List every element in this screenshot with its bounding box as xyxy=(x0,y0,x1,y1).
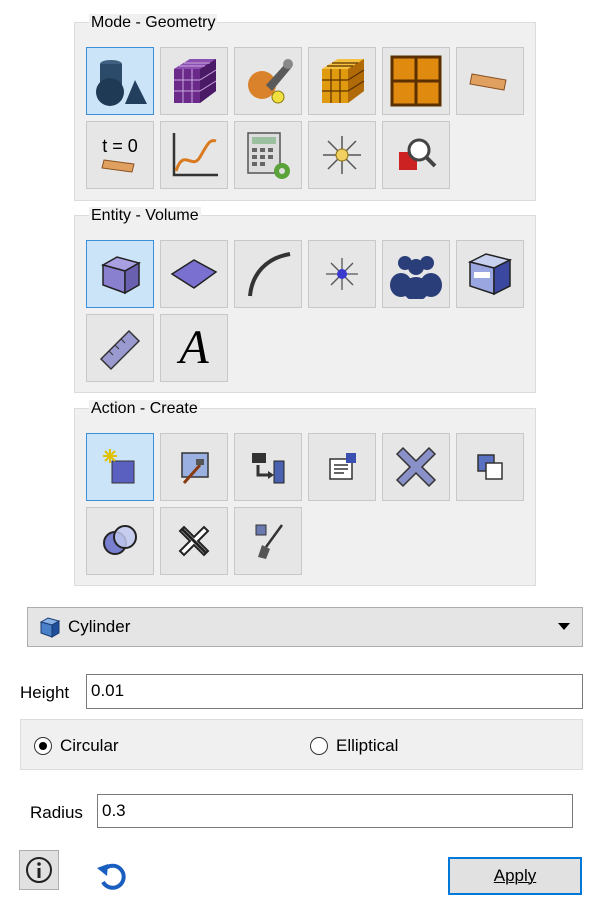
vertex-icon xyxy=(326,258,358,290)
shape-select-value: Cylinder xyxy=(68,617,131,636)
height-label: Height xyxy=(20,683,70,702)
vertex-button[interactable] xyxy=(308,240,376,308)
initial-condition-button[interactable]: t = 0 xyxy=(86,121,154,189)
surface-icon xyxy=(170,259,218,289)
group-button[interactable] xyxy=(382,240,450,308)
modify-icon xyxy=(181,452,209,484)
gold-mesh-mode-button[interactable] xyxy=(308,47,376,115)
decompose-icon xyxy=(178,525,210,557)
body-button[interactable] xyxy=(456,240,524,308)
measure-ruler-icon xyxy=(99,329,141,371)
circular-radio-label: Circular xyxy=(60,736,119,755)
body-icon xyxy=(467,253,513,296)
copy-icon xyxy=(477,454,503,480)
radius-field[interactable]: 0.3 xyxy=(97,794,573,828)
reset-icon[interactable] xyxy=(94,858,130,894)
grid-mode-button[interactable] xyxy=(382,47,450,115)
initial-condition-icon xyxy=(101,159,135,173)
plot-button[interactable] xyxy=(160,121,228,189)
create-icon xyxy=(103,449,135,484)
group-icon xyxy=(390,256,442,299)
curve-icon xyxy=(248,252,291,297)
shape-type-group: Circular Elliptical xyxy=(20,719,583,770)
mode-group-title: Mode - Geometry xyxy=(89,14,218,32)
volume-button[interactable] xyxy=(86,240,154,308)
transform-icon xyxy=(252,453,285,484)
transform-button[interactable] xyxy=(234,433,302,501)
text-button[interactable]: A xyxy=(160,314,228,382)
circular-radio-indicator xyxy=(34,737,52,755)
apply-button-label: Apply xyxy=(493,866,537,885)
starburst-icon xyxy=(323,136,361,174)
cleanup-button[interactable] xyxy=(234,507,302,575)
gold-mesh-cube-icon xyxy=(322,59,365,103)
locate-button[interactable] xyxy=(382,121,450,189)
height-field[interactable]: 0.01 xyxy=(86,674,583,709)
radius-label: Radius xyxy=(30,803,83,822)
hex-mesh-icon xyxy=(174,59,217,103)
create-button[interactable] xyxy=(86,433,154,501)
curve-button[interactable] xyxy=(234,240,302,308)
properties-icon xyxy=(329,453,356,480)
xy-plot-icon xyxy=(172,133,218,177)
elliptical-radio[interactable]: Elliptical xyxy=(310,736,398,756)
zoom-locate-icon xyxy=(399,138,437,170)
chevron-down-icon xyxy=(558,623,570,630)
boolean-icon xyxy=(103,525,137,555)
apply-button[interactable]: Apply xyxy=(448,857,582,895)
copy-button[interactable] xyxy=(456,433,524,501)
starburst-button[interactable] xyxy=(308,121,376,189)
action-group-title: Action - Create xyxy=(89,400,200,418)
measure-button[interactable] xyxy=(86,314,154,382)
mesh-mode-button[interactable] xyxy=(160,47,228,115)
calculator-button[interactable] xyxy=(234,121,302,189)
modify-button[interactable] xyxy=(160,433,228,501)
circular-radio[interactable]: Circular xyxy=(34,736,119,756)
text-annotation-icon: A xyxy=(179,321,209,374)
calculator-icon xyxy=(247,132,290,179)
sheet-mode-button[interactable] xyxy=(456,47,524,115)
properties-button[interactable] xyxy=(308,433,376,501)
elliptical-radio-label: Elliptical xyxy=(336,736,399,755)
geometry-mode-button[interactable] xyxy=(86,47,154,115)
surface-button[interactable] xyxy=(160,240,228,308)
tool-settings-icon xyxy=(248,59,293,104)
entity-group-title: Entity - Volume xyxy=(89,207,201,225)
settings-mode-button[interactable] xyxy=(234,47,302,115)
boolean-button[interactable] xyxy=(86,507,154,575)
cleanup-icon xyxy=(255,524,284,559)
info-button[interactable] xyxy=(19,850,59,890)
geometry-shapes-icon xyxy=(96,60,147,106)
volume-cube-icon xyxy=(101,256,141,295)
delete-icon xyxy=(395,446,437,488)
elliptical-radio-indicator xyxy=(310,737,328,755)
grid-surface-icon xyxy=(390,55,442,107)
cylinder-cube-icon xyxy=(39,617,61,638)
delete-button[interactable] xyxy=(382,433,450,501)
info-icon xyxy=(26,857,52,883)
decompose-button[interactable] xyxy=(160,507,228,575)
initial-condition-label: t = 0 xyxy=(102,136,138,156)
shape-select[interactable]: Cylinder xyxy=(27,607,583,647)
sheet-strip-icon xyxy=(469,73,507,91)
